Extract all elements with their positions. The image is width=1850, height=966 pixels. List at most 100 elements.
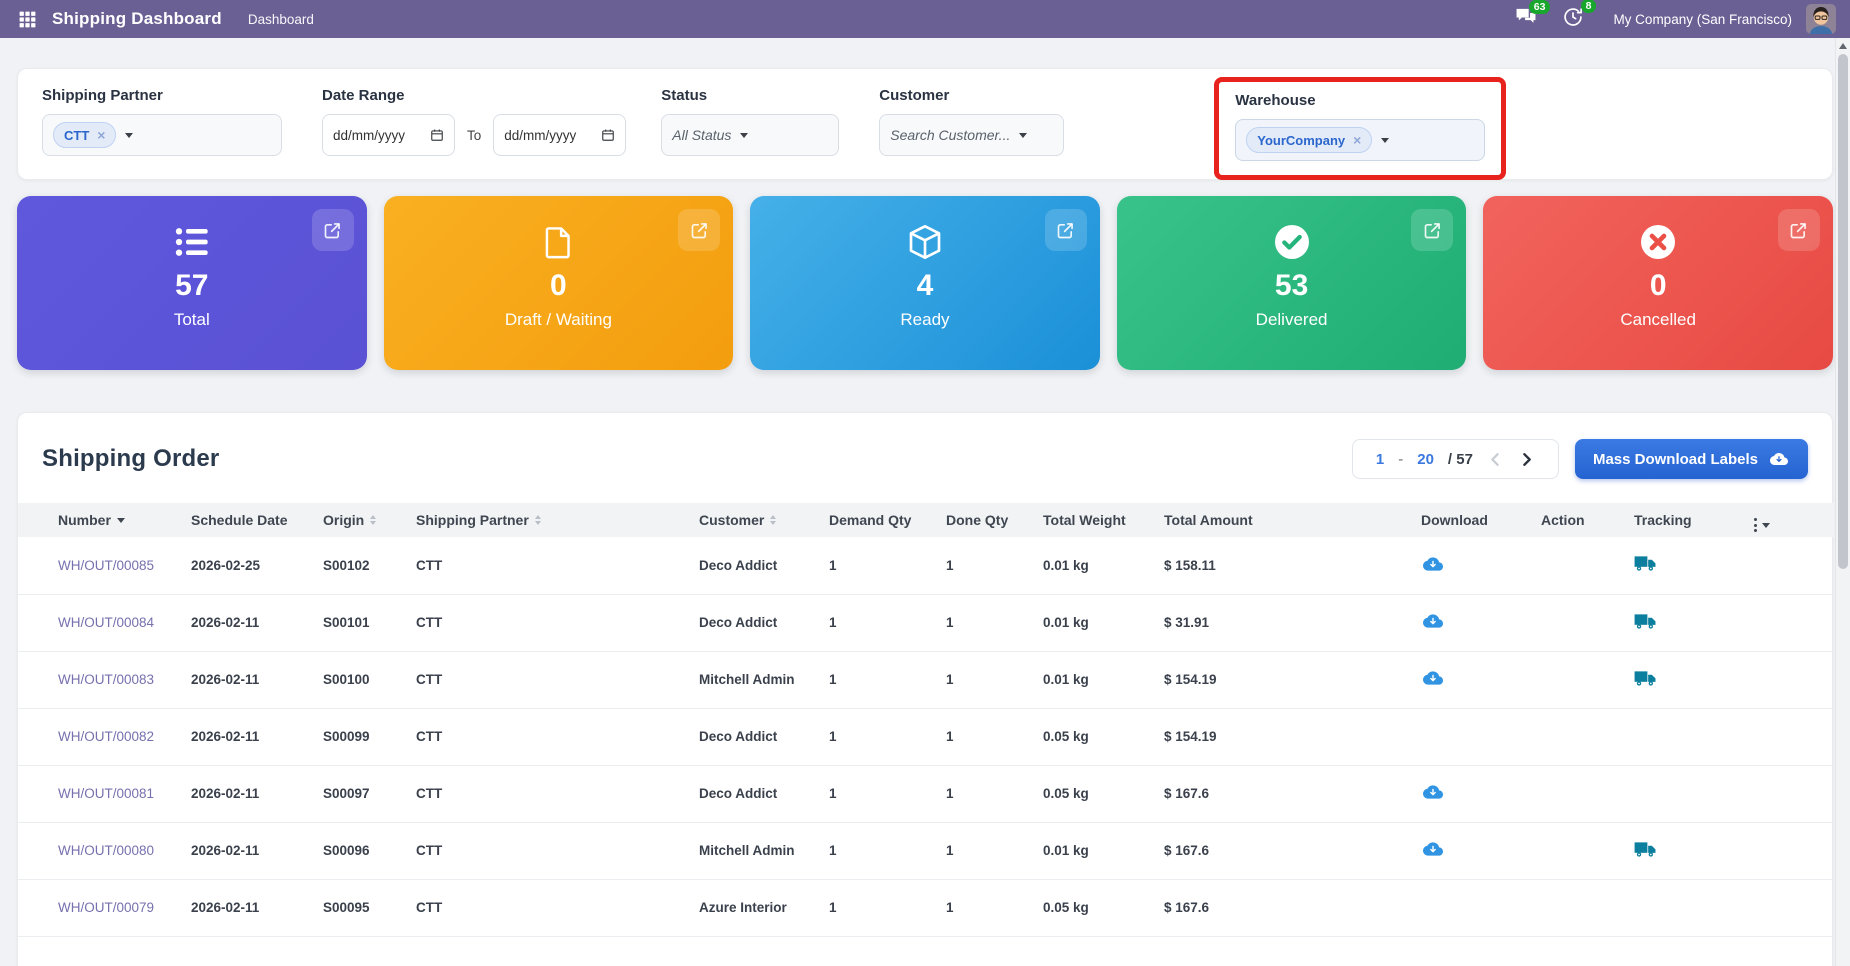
menu-item-dashboard[interactable]: Dashboard: [248, 12, 314, 27]
download-button[interactable]: [1421, 554, 1445, 574]
row-menu-cell: [1746, 765, 1834, 822]
order-number-link[interactable]: WH/OUT/00082: [18, 708, 183, 765]
truck-icon: [1634, 840, 1657, 859]
origin-cell: S00096: [315, 822, 408, 879]
order-number-link[interactable]: WH/OUT/00080: [18, 822, 183, 879]
column-header-menu[interactable]: [1746, 503, 1834, 537]
date-to-input[interactable]: dd/mm/yyyy: [493, 114, 626, 156]
warehouse-tag-label: YourCompany: [1257, 133, 1345, 148]
external-link-icon[interactable]: [678, 209, 720, 251]
table-row: WH/OUT/000852026-02-25S00102CTTDeco Addi…: [18, 537, 1834, 594]
action-cell: [1533, 537, 1626, 594]
origin-cell: S00095: [315, 879, 408, 936]
pager-start[interactable]: 1: [1376, 451, 1384, 468]
download-cell: [1413, 879, 1533, 936]
stat-card-total[interactable]: 57 Total: [17, 196, 367, 370]
order-number-link[interactable]: WH/OUT/00079: [18, 879, 183, 936]
stat-cards: 57 Total 0 Draft / Waiting 4 Ready: [17, 196, 1833, 370]
column-label: Shipping Partner: [416, 512, 529, 528]
pager-next-button[interactable]: [1518, 451, 1535, 468]
stat-value: 0: [1483, 270, 1833, 302]
tracking-button[interactable]: [1634, 554, 1657, 573]
warehouse-select[interactable]: YourCompany ×: [1235, 119, 1485, 161]
order-number-link[interactable]: WH/OUT/00085: [18, 537, 183, 594]
column-options-icon[interactable]: [1754, 518, 1770, 532]
table-row: WH/OUT/000832026-02-11S00100CTTMitchell …: [18, 651, 1834, 708]
stat-card-delivered[interactable]: 53 Delivered: [1117, 196, 1467, 370]
mass-download-label: Mass Download Labels: [1593, 451, 1758, 468]
schedule-date-cell: 2026-02-11: [183, 822, 315, 879]
sort-desc-icon: [117, 518, 125, 523]
stat-card-cancelled[interactable]: 0 Cancelled: [1483, 196, 1833, 370]
company-switcher[interactable]: My Company (San Francisco): [1613, 12, 1792, 27]
tracking-button[interactable]: [1634, 612, 1657, 631]
customer-cell: Deco Addict: [691, 594, 821, 651]
schedule-date-cell: 2026-02-11: [183, 651, 315, 708]
total-amount-cell: $ 167.6: [1156, 765, 1413, 822]
mass-download-labels-button[interactable]: Mass Download Labels: [1575, 439, 1808, 479]
column-header-origin[interactable]: Origin: [315, 503, 408, 537]
table-header-row: NumberSchedule DateOriginShipping Partne…: [18, 503, 1834, 537]
order-number-link[interactable]: WH/OUT/00081: [18, 765, 183, 822]
dashboard-content: Shipping Partner CTT × Date Range dd/mm/…: [0, 38, 1850, 966]
download-cell: [1413, 651, 1533, 708]
action-cell: [1533, 822, 1626, 879]
customer-label: Customer: [879, 87, 1064, 104]
action-cell: [1533, 594, 1626, 651]
customer-search-input[interactable]: Search Customer...: [879, 114, 1064, 156]
scrollbar-thumb[interactable]: [1838, 54, 1848, 569]
stat-value: 0: [384, 270, 734, 302]
date-from-input[interactable]: dd/mm/yyyy: [322, 114, 455, 156]
download-button[interactable]: [1421, 668, 1445, 688]
tracking-button[interactable]: [1634, 669, 1657, 688]
activities-button[interactable]: 8: [1563, 7, 1583, 32]
messages-button[interactable]: 63: [1515, 8, 1537, 31]
column-label: Number: [58, 512, 111, 528]
column-label: Total Weight: [1043, 512, 1126, 528]
download-cell: [1413, 594, 1533, 651]
download-button[interactable]: [1421, 611, 1445, 631]
cloud-download-icon: [1421, 611, 1445, 631]
remove-tag-icon[interactable]: ×: [1353, 132, 1361, 148]
shipping-partner-select[interactable]: CTT ×: [42, 114, 282, 156]
scroll-up-arrow-icon[interactable]: [1839, 43, 1847, 49]
schedule-date-cell: 2026-02-11: [183, 594, 315, 651]
tracking-cell: [1626, 765, 1746, 822]
order-number-link[interactable]: WH/OUT/00084: [18, 594, 183, 651]
total-amount-cell: $ 154.19: [1156, 708, 1413, 765]
user-avatar[interactable]: [1806, 4, 1836, 34]
column-label: Download: [1421, 512, 1488, 528]
action-cell: [1533, 765, 1626, 822]
external-link-icon[interactable]: [1045, 209, 1087, 251]
table-row: WH/OUT/000842026-02-11S00101CTTDeco Addi…: [18, 594, 1834, 651]
external-link-icon[interactable]: [1778, 209, 1820, 251]
status-select[interactable]: All Status: [661, 114, 839, 156]
remove-tag-icon[interactable]: ×: [97, 127, 105, 143]
activity-clock-icon: [1563, 7, 1583, 32]
demand-qty-cell: 1: [821, 651, 938, 708]
external-link-icon[interactable]: [312, 209, 354, 251]
pager-prev-button[interactable]: [1487, 451, 1504, 468]
app-title[interactable]: Shipping Dashboard: [52, 9, 222, 29]
order-number-link[interactable]: WH/OUT/00083: [18, 651, 183, 708]
total-weight-cell: 0.01 kg: [1035, 594, 1156, 651]
column-header-number[interactable]: Number: [18, 503, 183, 537]
total-weight-cell: 0.01 kg: [1035, 651, 1156, 708]
apps-grid-icon[interactable]: [14, 6, 40, 32]
external-link-icon[interactable]: [1411, 209, 1453, 251]
download-button[interactable]: [1421, 782, 1445, 802]
schedule-date-cell: 2026-02-11: [183, 879, 315, 936]
sort-icon: [535, 515, 541, 525]
done-qty-cell: 1: [938, 708, 1035, 765]
stat-card-draft-waiting[interactable]: 0 Draft / Waiting: [384, 196, 734, 370]
topbar-systray: 63 8 My Company (San Francisco): [1489, 4, 1836, 34]
vertical-scrollbar[interactable]: [1835, 38, 1850, 966]
pager-end[interactable]: 20: [1417, 451, 1434, 468]
column-header-shipping-partner[interactable]: Shipping Partner: [408, 503, 691, 537]
download-button[interactable]: [1421, 839, 1445, 859]
column-header-total-amount: Total Amount: [1156, 503, 1413, 537]
column-header-customer[interactable]: Customer: [691, 503, 821, 537]
done-qty-cell: 1: [938, 537, 1035, 594]
stat-card-ready[interactable]: 4 Ready: [750, 196, 1100, 370]
tracking-button[interactable]: [1634, 840, 1657, 859]
